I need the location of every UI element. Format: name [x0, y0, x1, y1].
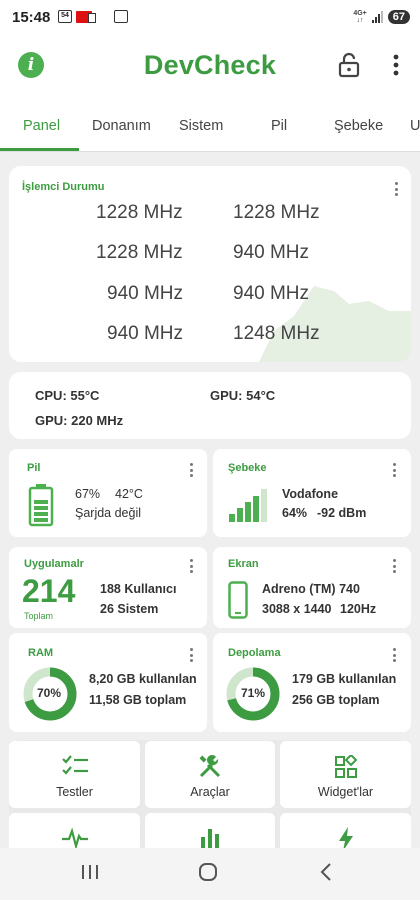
battery-card[interactable]: Pil 67% 42°C Şarjda değil [9, 449, 207, 537]
tab-sistem[interactable]: Sistem [179, 98, 223, 152]
widgets-label: Widget'lar [317, 785, 374, 799]
screen-card[interactable]: Ekran Adreno (TM) 740 3088 x 1440 120Hz [213, 547, 411, 628]
temperature-card[interactable]: CPU: 55°C GPU: 54°C GPU: 220 MHz [9, 372, 411, 439]
bar-chart-icon [201, 829, 219, 849]
lock-icon[interactable] [338, 52, 360, 78]
cpu-core-freq: 1228 MHz [96, 242, 183, 263]
cpu-core-freq: 1228 MHz [233, 202, 320, 223]
cpu-status-title: İşlemci Durumu [22, 181, 105, 193]
battery-icon [28, 484, 54, 527]
apps-card-menu-icon[interactable] [186, 559, 196, 577]
apps-user-count: 188 Kullanıcı [100, 582, 177, 596]
apps-system-count: 26 Sistem [100, 602, 159, 616]
ram-percent: 70% [37, 686, 62, 700]
cpu-core-freq: 940 MHz [107, 283, 184, 304]
tools-label: Araçlar [190, 785, 230, 799]
recent-apps-icon[interactable] [80, 862, 100, 882]
cpu-card-menu-icon[interactable] [391, 182, 401, 200]
tab-panel[interactable]: Panel [23, 98, 60, 152]
cpu-core-freq: 1248 MHz [233, 323, 320, 344]
gpu-temp: GPU: 54°C [210, 388, 276, 403]
widgets-tile[interactable]: Widget'lar [280, 741, 411, 808]
screen-resolution: 3088 x 1440 [262, 602, 332, 616]
tab-more[interactable]: U [410, 98, 420, 152]
tests-tile[interactable]: Testler [9, 741, 140, 808]
battery-card-menu-icon[interactable] [186, 463, 196, 481]
status-right-icons: 4G+ ↓↑ 67 [353, 10, 410, 24]
storage-used: 179 GB kullanılan [292, 672, 397, 686]
tools-icon [199, 755, 221, 778]
more-vert-icon[interactable] [388, 52, 404, 78]
tab-donanim[interactable]: Donanım [92, 98, 151, 152]
checklist-icon [61, 755, 88, 775]
screen-refresh-rate: 120Hz [340, 602, 377, 616]
cpu-load-graph [259, 286, 411, 362]
signal-dbm: -92 dBm [317, 506, 367, 520]
benchmark-tile[interactable] [145, 813, 275, 853]
battery-card-title: Pil [27, 462, 41, 474]
tab-sebeke[interactable]: Şebeke [334, 98, 383, 152]
back-icon[interactable] [316, 862, 336, 882]
screenshot-icon [114, 10, 128, 23]
storage-card-menu-icon[interactable] [389, 648, 399, 666]
gpu-frequency: GPU: 220 MHz [35, 413, 124, 428]
battery-monitor-tile[interactable] [280, 813, 411, 853]
apps-total-label: Toplam [24, 611, 54, 621]
screen-card-menu-icon[interactable] [389, 559, 399, 577]
apps-card-title: Uygulamalr [24, 558, 84, 570]
tab-indicator [0, 148, 79, 151]
ram-card-menu-icon[interactable] [186, 648, 196, 666]
widgets-icon [334, 755, 357, 778]
ram-total: 11,58 GB toplam [89, 693, 187, 707]
network-operator: Vodafone [282, 487, 339, 501]
storage-card-title: Depolama [228, 647, 281, 659]
status-notification-icons: 54 [58, 10, 128, 23]
tab-bar: Panel Donanım Sistem Pil Şebeke U [0, 98, 420, 152]
signal-percent: 64% [282, 506, 308, 520]
network-card[interactable]: Şebeke Vodafone 64% -92 dBm [213, 449, 411, 537]
apps-total: 214 [22, 573, 76, 609]
storage-card[interactable]: Depolama 71% 179 GB kullanılan 256 GB to… [213, 633, 411, 732]
network-card-menu-icon[interactable] [389, 463, 399, 481]
signal-strength-icon [229, 489, 267, 522]
battery-temp: 42°C [115, 487, 143, 501]
app-bar: i DevCheck [0, 36, 420, 98]
ram-card-title: RAM [28, 647, 54, 659]
home-icon[interactable] [198, 862, 218, 882]
battery-status: Şarjda değil [75, 506, 142, 520]
network-type-label: 4G+ ↓↑ [353, 10, 367, 24]
cpu-core-freq: 940 MHz [107, 323, 184, 344]
cpu-core-freq: 940 MHz [233, 242, 310, 263]
tab-pil[interactable]: Pil [271, 98, 287, 152]
cpu-status-card[interactable]: İşlemci Durumu 1228 MHz 1228 MHz 1228 MH… [9, 166, 411, 362]
monitor-tile[interactable] [9, 813, 140, 853]
battery-level: 67% [75, 487, 101, 501]
tools-tile[interactable]: Araçlar [145, 741, 275, 808]
battery-indicator: 67 [387, 10, 410, 24]
cpu-core-freq: 1228 MHz [96, 202, 183, 223]
signal-icon [371, 11, 383, 23]
screen-gpu: Adreno (TM) 740 [262, 582, 360, 596]
system-navigation-bar [0, 848, 420, 900]
notification-badge-icon: 54 [58, 10, 72, 23]
cpu-temp: CPU: 55°C [35, 388, 100, 403]
network-card-title: Şebeke [228, 462, 267, 474]
screen-card-title: Ekran [228, 558, 259, 570]
ram-card[interactable]: RAM 70% 8,20 GB kullanılan 11,58 GB topl… [9, 633, 207, 732]
status-time: 15:48 [12, 9, 51, 26]
ram-used: 8,20 GB kullanılan [89, 672, 197, 686]
tests-label: Testler [56, 785, 93, 799]
pulse-icon [61, 827, 88, 849]
phone-icon [228, 581, 248, 619]
notification-app-icon [76, 10, 96, 23]
status-bar: 15:48 54 4G+ ↓↑ 67 [0, 0, 420, 36]
storage-percent: 71% [241, 686, 266, 700]
storage-total: 256 GB toplam [292, 693, 380, 707]
apps-card[interactable]: Uygulamalr 214 Toplam 188 Kullanıcı 26 S… [9, 547, 207, 628]
cpu-core-freq: 940 MHz [233, 283, 310, 304]
